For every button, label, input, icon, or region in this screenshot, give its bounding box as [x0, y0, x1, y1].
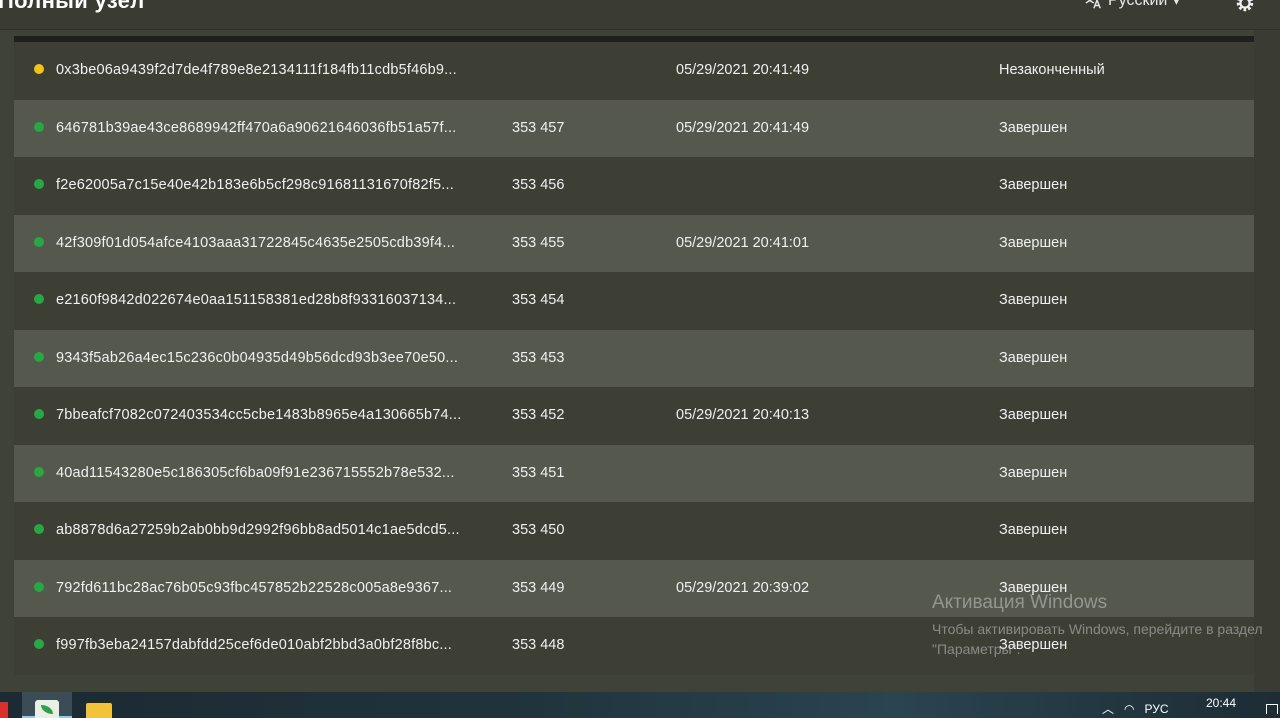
- status-dot-complete: [34, 121, 44, 132]
- table-row[interactable]: f997fb3eba24157dabfdd25cef6de010abf2bbd3…: [14, 617, 1254, 675]
- tx-hash: 0x3be06a9439f2d7de4f789e8e2134111f184fb1…: [56, 62, 457, 78]
- app-header: Полный узел Русский ▾: [0, 0, 1280, 30]
- status-dot-complete: [34, 351, 44, 362]
- table-row[interactable]: 40ad11543280e5c186305cf6ba09f91e23671555…: [14, 444, 1254, 502]
- tx-time: 05/29/2021 20:40:13: [676, 407, 810, 423]
- tx-status: Завершен: [999, 579, 1068, 596]
- chevron-down-icon: ▾: [1173, 0, 1180, 8]
- block-height: 353 452: [512, 407, 565, 423]
- app-title: Полный узел: [0, 0, 145, 13]
- tx-hash: 9343f5ab26a4ec15c236c0b04935d49b56dcd93b…: [56, 349, 459, 366]
- chevron-up-icon[interactable]: ︿: [1102, 700, 1114, 717]
- tx-status: Незаконченный: [999, 62, 1105, 78]
- status-dot-complete: [34, 524, 44, 534]
- block-height: 353 457: [512, 119, 565, 136]
- tx-status: Завершен: [999, 119, 1068, 136]
- table-row[interactable]: 0x3be06a9439f2d7de4f789e8e2134111f184fb1…: [14, 42, 1254, 100]
- tx-time: 05/29/2021 20:41:49: [676, 119, 810, 136]
- tx-status: Завершен: [999, 177, 1068, 193]
- taskbar-clock[interactable]: 20:44: [1206, 696, 1236, 710]
- block-height: 353 454: [512, 292, 565, 308]
- table-row[interactable]: e2160f9842d022674e0aa151158381ed28b8f933…: [14, 272, 1254, 330]
- tx-time: 05/29/2021 20:41:01: [676, 234, 810, 251]
- tx-status: Завершен: [999, 349, 1068, 366]
- table-row[interactable]: f2e62005a7c15e40e42b183e6b5cf298c9168113…: [14, 157, 1254, 215]
- system-tray: ︿ ◠ РУС: [1102, 700, 1169, 717]
- language-label: Русский: [1108, 0, 1168, 9]
- table-row[interactable]: 7bbeafcf7082c072403534cc5cbe1483b8965e4a…: [14, 387, 1254, 445]
- tx-hash: 42f309f01d054afce4103aaa31722845c4635e25…: [56, 234, 456, 251]
- block-height: 353 450: [512, 522, 565, 538]
- block-height: 353 448: [512, 637, 565, 653]
- status-dot-complete: [34, 466, 44, 477]
- status-dot-complete: [34, 294, 44, 304]
- transactions-table: 0x3be06a9439f2d7de4f789e8e2134111f184fb1…: [14, 36, 1254, 691]
- status-dot-pending: [34, 64, 44, 74]
- table-row[interactable]: 792fd611bc28ac76b05c93fbc457852b22528c00…: [14, 559, 1254, 617]
- tx-status: Завершен: [999, 407, 1068, 423]
- status-dot-complete: [34, 179, 44, 189]
- tx-time: 05/29/2021 20:39:02: [676, 579, 810, 596]
- block-height: 353 449: [512, 579, 565, 596]
- tx-hash: 40ad11543280e5c186305cf6ba09f91e23671555…: [56, 464, 455, 481]
- block-height: 353 451: [512, 464, 565, 481]
- right-scroll-gutter: [1254, 30, 1280, 692]
- tx-hash: 646781b39ae43ce8689942ff470a6a9062164603…: [56, 119, 457, 136]
- block-height: 353 455: [512, 234, 565, 251]
- notification-icon[interactable]: [1266, 704, 1278, 714]
- status-dot-complete: [34, 236, 44, 247]
- block-height: 353 453: [512, 349, 565, 366]
- input-language[interactable]: РУС: [1145, 702, 1169, 716]
- wifi-icon[interactable]: ◠: [1124, 702, 1134, 716]
- table-body: 0x3be06a9439f2d7de4f789e8e2134111f184fb1…: [14, 42, 1254, 675]
- tx-time: 05/29/2021 20:41:49: [676, 62, 810, 78]
- tx-hash: 792fd611bc28ac76b05c93fbc457852b22528c00…: [56, 579, 453, 596]
- tx-hash: f2e62005a7c15e40e42b183e6b5cf298c9168113…: [56, 177, 454, 193]
- tx-hash: e2160f9842d022674e0aa151158381ed28b8f933…: [56, 292, 457, 308]
- table-row[interactable]: 9343f5ab26a4ec15c236c0b04935d49b56dcd93b…: [14, 329, 1254, 387]
- tx-status: Завершен: [999, 464, 1068, 481]
- tx-hash: 7bbeafcf7082c072403534cc5cbe1483b8965e4a…: [56, 407, 462, 423]
- windows-taskbar: ︿ ◠ РУС 20:44: [0, 692, 1280, 718]
- translate-icon: [1085, 0, 1101, 9]
- status-dot-complete: [34, 409, 44, 419]
- table-row[interactable]: 646781b39ae43ce8689942ff470a6a9062164603…: [14, 99, 1254, 157]
- tx-status: Завершен: [999, 637, 1068, 653]
- table-row[interactable]: 42f309f01d054afce4103aaa31722845c4635e25…: [14, 214, 1254, 272]
- taskbar-app-icon[interactable]: [0, 702, 8, 718]
- tx-hash: f997fb3eba24157dabfdd25cef6de010abf2bbd3…: [56, 637, 453, 653]
- tx-status: Завершен: [999, 234, 1068, 251]
- status-dot-complete: [34, 639, 44, 649]
- folder-icon[interactable]: [86, 703, 112, 718]
- block-height: 353 456: [512, 177, 565, 193]
- gear-icon[interactable]: [1234, 0, 1256, 14]
- tx-status: Завершен: [999, 522, 1068, 538]
- tx-hash: ab8878d6a27259b2ab0bb9d2992f96bb8ad5014c…: [56, 522, 460, 538]
- tx-status: Завершен: [999, 292, 1068, 308]
- taskbar-wallet-app-icon[interactable]: [22, 692, 72, 718]
- language-selector[interactable]: Русский ▾: [1084, 0, 1179, 10]
- table-row[interactable]: ab8878d6a27259b2ab0bb9d2992f96bb8ad5014c…: [14, 502, 1254, 560]
- status-dot-complete: [34, 581, 44, 592]
